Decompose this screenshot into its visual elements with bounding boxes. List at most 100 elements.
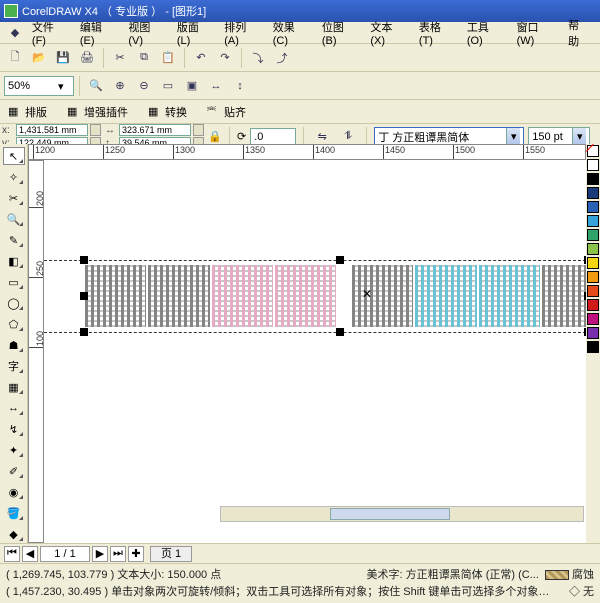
polygon-tool[interactable]: ⬠ [3, 315, 25, 333]
table-tool[interactable]: ▦ [3, 378, 25, 396]
x-spinner[interactable] [90, 124, 101, 136]
dimension-tool[interactable]: ↔ [3, 399, 25, 417]
rotation-field[interactable]: .0 [250, 128, 296, 146]
export-button[interactable]: ⤴ [271, 47, 293, 69]
transform-docker-button[interactable]: ▦转换 [144, 103, 191, 121]
color-swatch[interactable] [587, 313, 599, 325]
print-button[interactable]: 🖨 [76, 47, 98, 69]
ellipse-tool[interactable]: ◯ [3, 294, 25, 312]
eyedropper-tool[interactable]: ✐ [3, 462, 25, 480]
no-color-swatch[interactable] [587, 145, 599, 157]
guideline[interactable] [44, 260, 586, 261]
copy-button[interactable]: ⧉ [133, 47, 155, 69]
canvas[interactable]: ✕ [44, 160, 586, 543]
app-menu-icon[interactable]: ◆ [4, 22, 26, 44]
text-tool[interactable]: 字 [3, 357, 25, 375]
horizontal-scrollbar[interactable] [220, 506, 584, 522]
menu-item[interactable]: 文本(X) [364, 17, 413, 49]
layout-docker-button[interactable]: ▦排版 [4, 103, 51, 121]
color-swatch[interactable] [587, 299, 599, 311]
selection-handle[interactable] [80, 292, 88, 300]
pick-tool[interactable]: ↖ [3, 147, 25, 165]
menu-item[interactable]: 效果(C) [267, 17, 316, 49]
selection-center-icon[interactable]: ✕ [362, 290, 372, 300]
artistic-text-object[interactable] [84, 265, 586, 327]
menu-item[interactable]: 文件(F) [26, 17, 74, 49]
freehand-tool[interactable]: ✎ [3, 231, 25, 249]
menu-item[interactable]: 表格(T) [413, 17, 461, 49]
fill-tool[interactable]: 🪣 [3, 504, 25, 522]
color-swatch[interactable] [587, 201, 599, 213]
zoom-width-button[interactable]: ↔ [205, 75, 227, 97]
vertical-ruler[interactable]: 200250100 [28, 160, 44, 543]
color-swatch[interactable] [587, 173, 599, 185]
shape-tool[interactable]: ✧ [3, 168, 25, 186]
plugins-docker-button[interactable]: ▦增强插件 [63, 103, 132, 121]
w-spinner[interactable] [193, 124, 204, 136]
chevron-down-icon: ▾ [58, 80, 70, 92]
interactive-fill-tool[interactable]: ◆ [3, 525, 25, 543]
basic-shapes-tool[interactable]: ☗ [3, 336, 25, 354]
save-button[interactable]: 💾 [52, 47, 74, 69]
status-outline-info: ◇ 无 [569, 583, 594, 599]
first-page-button[interactable]: ⏮ [4, 546, 20, 562]
paste-button[interactable]: 📋 [157, 47, 179, 69]
last-page-button[interactable]: ⏭ [110, 546, 126, 562]
zoom-fit-button[interactable]: ▭ [157, 75, 179, 97]
menu-item[interactable]: 排列(A) [218, 17, 267, 49]
zoom-tool[interactable]: 🔍 [3, 210, 25, 228]
smart-fill-tool[interactable]: ◧ [3, 252, 25, 270]
snap-docker-button[interactable]: ⎃贴齐 [203, 103, 250, 121]
selection-handle[interactable] [80, 328, 88, 336]
menu-item[interactable]: 编辑(E) [74, 17, 123, 49]
color-swatch[interactable] [587, 327, 599, 339]
lock-ratio-icon[interactable]: 🔒 [208, 130, 222, 144]
color-swatch[interactable] [587, 159, 599, 171]
selection-handle[interactable] [80, 256, 88, 264]
zoom-height-button[interactable]: ↕ [229, 75, 251, 97]
menu-item[interactable]: 位图(B) [316, 17, 365, 49]
color-swatch[interactable] [587, 243, 599, 255]
zoom-tool-icon[interactable]: 🔍 [85, 75, 107, 97]
width-field[interactable]: 323.671 mm [119, 124, 191, 136]
selection-handle[interactable] [336, 256, 344, 264]
x-field[interactable]: 1,431.581 mm [16, 124, 88, 136]
effects-tool[interactable]: ✦ [3, 441, 25, 459]
new-button[interactable]: 🗋 [4, 47, 26, 69]
connector-tool[interactable]: ↯ [3, 420, 25, 438]
zoom-out-button[interactable]: ⊖ [133, 75, 155, 97]
rectangle-tool[interactable]: ▭ [3, 273, 25, 291]
prev-page-button[interactable]: ◀ [22, 546, 38, 562]
outline-tool[interactable]: ◉ [3, 483, 25, 501]
import-button[interactable]: ⤵ [247, 47, 269, 69]
guideline[interactable] [44, 332, 586, 333]
docker-toolbar: ▦排版 ▦增强插件 ▦转换 ⎃贴齐 [0, 100, 600, 124]
page-number-field[interactable]: 1 / 1 [40, 546, 90, 562]
horizontal-ruler[interactable]: 12001250130013501400145015001550 [28, 144, 586, 160]
color-swatch[interactable] [587, 187, 599, 199]
selection-handle[interactable] [336, 328, 344, 336]
undo-button[interactable]: ↶ [190, 47, 212, 69]
color-swatch[interactable] [587, 229, 599, 241]
menu-item[interactable]: 帮助 [562, 15, 596, 51]
zoom-page-button[interactable]: ▣ [181, 75, 203, 97]
zoom-in-button[interactable]: ⊕ [109, 75, 131, 97]
open-button[interactable]: 📂 [28, 47, 50, 69]
crop-tool[interactable]: ✂ [3, 189, 25, 207]
page-tab[interactable]: 页 1 [150, 546, 192, 562]
menu-item[interactable]: 版面(L) [171, 17, 218, 49]
color-swatch[interactable] [587, 271, 599, 283]
color-swatch[interactable] [587, 285, 599, 297]
zoom-combo[interactable]: 50% ▾ [4, 76, 74, 96]
color-swatch[interactable] [587, 215, 599, 227]
next-page-button[interactable]: ▶ [92, 546, 108, 562]
fill-preview-icon[interactable] [545, 570, 569, 580]
menu-item[interactable]: 视图(V) [122, 17, 171, 49]
menu-item[interactable]: 窗口(W) [511, 17, 563, 49]
menu-item[interactable]: 工具(O) [461, 17, 511, 49]
color-swatch[interactable] [587, 341, 599, 353]
color-swatch[interactable] [587, 257, 599, 269]
cut-button[interactable]: ✂ [109, 47, 131, 69]
add-page-button[interactable]: ✚ [128, 546, 144, 562]
redo-button[interactable]: ↷ [214, 47, 236, 69]
